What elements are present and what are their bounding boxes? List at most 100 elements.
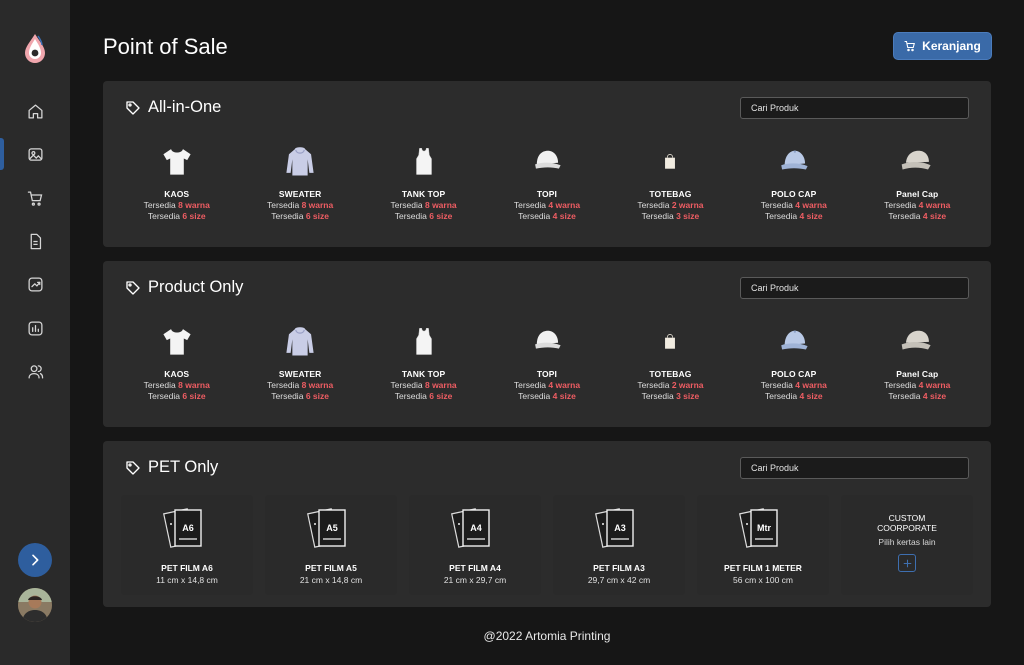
size-availability: Tersedia 6 size [148, 211, 206, 222]
color-count: 2 warna [671, 380, 704, 390]
film-badge: A4 [470, 523, 482, 533]
product-name: POLO CAP [771, 189, 817, 199]
color-availability: Tersedia 8 warna [390, 380, 456, 391]
film-name: PET FILM A5 [305, 563, 357, 573]
nav-reports[interactable] [0, 311, 70, 345]
product-card[interactable]: Panel Cap Tersedia 4 warna Tersedia 4 si… [856, 321, 979, 411]
product-card[interactable]: TOPI Tersedia 4 warna Tersedia 4 size [485, 321, 608, 411]
film-dimensions: 11 cm x 14,8 cm [156, 575, 218, 585]
cart-button-label: Keranjang [922, 39, 981, 53]
expand-sidebar-button[interactable] [18, 543, 52, 577]
cart-button[interactable]: Keranjang [893, 32, 992, 60]
section-title: Product Only [148, 278, 244, 296]
color-availability: Tersedia 8 warna [144, 380, 210, 391]
custom-subtitle: Pilih kertas lain [878, 537, 936, 547]
availability-prefix: Tersedia [513, 200, 547, 210]
color-availability: Tersedia 8 warna [144, 200, 210, 211]
film-sheet-icon: A5 [307, 508, 346, 548]
product-card[interactable]: TOTEBAG Tersedia 2 warna Tersedia 3 size [609, 141, 732, 231]
color-availability: Tersedia 2 warna [637, 380, 703, 391]
color-availability: Tersedia 8 warna [267, 380, 333, 391]
nav-users[interactable] [0, 354, 70, 388]
avatar[interactable] [18, 588, 52, 622]
product-card[interactable]: TOTEBAG Tersedia 2 warna Tersedia 3 size [609, 321, 732, 411]
kaos-icon [157, 321, 197, 361]
product-card[interactable]: TANK TOP Tersedia 8 warna Tersedia 6 siz… [362, 141, 485, 231]
nav-growth[interactable] [0, 267, 70, 301]
color-count: 8 warna [424, 380, 457, 390]
pet-film-card[interactable]: A4 PET FILM A4 21 cm x 29,7 cm [409, 495, 541, 595]
section-title: PET Only [148, 458, 219, 476]
pet-film-card[interactable]: A6 PET FILM A6 11 cm x 14,8 cm [121, 495, 253, 595]
size-availability: Tersedia 3 size [642, 391, 700, 402]
section-pet-only: PET Only A6 PET FILM A6 11 cm x 14,8 cm … [103, 441, 991, 607]
product-card[interactable]: KAOS Tersedia 8 warna Tersedia 6 size [115, 141, 238, 231]
totebag-icon [650, 141, 690, 181]
size-availability: Tersedia 3 size [642, 211, 700, 222]
film-sheet-icon: Mtr [739, 508, 778, 548]
sweater-icon [280, 141, 320, 181]
section-header: PET Only [125, 458, 218, 477]
nav-documents[interactable] [0, 224, 70, 258]
polo-cap-icon [774, 321, 814, 361]
product-name: SWEATER [278, 189, 322, 199]
size-availability: Tersedia 4 size [765, 391, 823, 402]
size-count: 3 size [676, 391, 700, 401]
color-availability: Tersedia 2 warna [637, 200, 703, 211]
product-card[interactable]: TOPI Tersedia 4 warna Tersedia 4 size [485, 141, 608, 231]
product-list: KAOS Tersedia 8 warna Tersedia 6 size SW… [115, 141, 979, 231]
film-badge: Mtr [757, 523, 771, 533]
size-availability: Tersedia 6 size [148, 391, 206, 402]
availability-prefix: Tersedia [394, 211, 427, 221]
pet-film-card[interactable]: A5 PET FILM A5 21 cm x 14,8 cm [265, 495, 397, 595]
availability-prefix: Tersedia [267, 380, 300, 390]
product-name: TOPI [536, 369, 558, 379]
nav-cart[interactable] [0, 181, 70, 215]
film-sheet-icon: A4 [451, 508, 490, 548]
size-count: 4 size [922, 211, 947, 221]
custom-corporate-card[interactable]: CUSTOM COORPORATE Pilih kertas lain [841, 495, 973, 595]
film-name: PET FILM A6 [161, 563, 213, 573]
product-card[interactable]: KAOS Tersedia 8 warna Tersedia 6 size [115, 321, 238, 411]
size-availability: Tersedia 6 size [271, 211, 329, 222]
pet-film-card[interactable]: Mtr PET FILM 1 METER 56 cm x 100 cm [697, 495, 829, 595]
brand-logo-icon[interactable] [24, 33, 46, 63]
size-availability: Tersedia 4 size [518, 391, 576, 402]
color-availability: Tersedia 4 warna [514, 200, 580, 211]
section-product-only: Product Only KAOS Tersedia 8 warna Terse… [103, 261, 991, 427]
product-card[interactable]: SWEATER Tersedia 8 warna Tersedia 6 size [238, 141, 361, 231]
nav-home[interactable] [0, 94, 70, 128]
search-input[interactable] [740, 97, 969, 119]
product-card[interactable]: TANK TOP Tersedia 8 warna Tersedia 6 siz… [362, 321, 485, 411]
product-card[interactable]: Panel Cap Tersedia 4 warna Tersedia 4 si… [856, 141, 979, 231]
plus-icon [903, 559, 911, 567]
add-custom-button[interactable] [898, 554, 916, 572]
size-availability: Tersedia 6 size [271, 391, 329, 402]
nav-gallery[interactable] [0, 137, 70, 171]
availability-prefix: Tersedia [641, 211, 674, 221]
search-input[interactable] [740, 277, 969, 299]
availability-prefix: Tersedia [390, 380, 423, 390]
section-all-in-one: All-in-One KAOS Tersedia 8 warna Tersedi… [103, 81, 991, 247]
film-badge: A5 [326, 523, 338, 533]
product-card[interactable]: POLO CAP Tersedia 4 warna Tersedia 4 siz… [732, 141, 855, 231]
color-availability: Tersedia 8 warna [267, 200, 333, 211]
pet-film-card[interactable]: A3 PET FILM A3 29,7 cm x 42 cm [553, 495, 685, 595]
availability-prefix: Tersedia [518, 211, 551, 221]
film-dimensions: 56 cm x 100 cm [733, 575, 793, 585]
cart-icon [904, 40, 916, 52]
size-count: 4 size [799, 391, 823, 401]
product-card[interactable]: SWEATER Tersedia 8 warna Tersedia 6 size [238, 321, 361, 411]
size-count: 6 size [429, 211, 453, 221]
search-input[interactable] [740, 457, 969, 479]
color-count: 2 warna [671, 200, 704, 210]
footer-copyright: @2022 Artomia Printing [483, 629, 611, 643]
availability-prefix: Tersedia [271, 391, 304, 401]
product-card[interactable]: POLO CAP Tersedia 4 warna Tersedia 4 siz… [732, 321, 855, 411]
section-header: All-in-One [125, 98, 221, 117]
panel-cap-icon [897, 321, 937, 361]
availability-prefix: Tersedia [147, 391, 181, 401]
color-count: 4 warna [548, 200, 581, 210]
availability-prefix: Tersedia [641, 391, 674, 401]
color-count: 4 warna [918, 380, 951, 390]
